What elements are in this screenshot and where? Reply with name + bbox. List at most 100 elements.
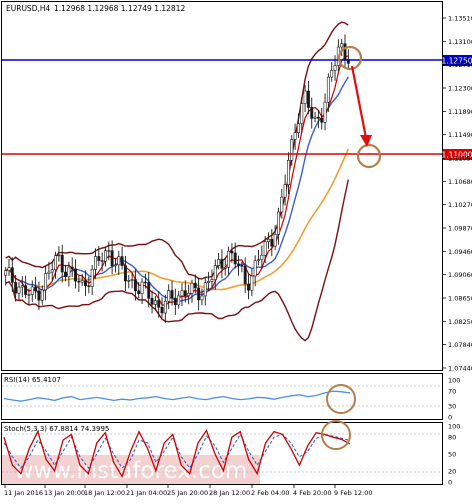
candle-body — [333, 65, 337, 71]
candle-body — [237, 263, 241, 266]
price-tick-label: 1.11090 — [448, 155, 472, 163]
rsi-axis: 100 70 30 0 — [448, 377, 460, 422]
candle-body — [177, 295, 181, 306]
time-tick-label: 28 Jan 12:00 — [209, 489, 250, 497]
price-tick-label: 1.12710 — [448, 61, 472, 69]
chart-canvas: www.instaforex.com 1.12750 1.11000 1.135… — [1, 1, 472, 497]
candle-body — [190, 282, 194, 294]
price-tick-label: 1.07440 — [448, 365, 472, 373]
candle-body — [170, 290, 174, 299]
candle-body — [127, 280, 131, 282]
candle-body — [157, 300, 161, 308]
candle-body — [57, 254, 61, 257]
candle-body — [183, 290, 187, 297]
candle-body — [113, 264, 117, 267]
price-tick-label: 1.09460 — [448, 248, 472, 256]
candle-body — [94, 256, 97, 270]
candle-body — [273, 234, 277, 247]
candle-body — [217, 259, 221, 266]
candle-body — [280, 196, 284, 213]
chart-window: www.instaforex.com 1.12750 1.11000 1.135… — [0, 0, 472, 500]
candle-body — [290, 139, 294, 161]
candle-body — [203, 282, 207, 297]
time-tick-label: 25 Jan 20:00 — [167, 489, 208, 497]
candle-body — [40, 289, 44, 301]
candle-body — [97, 256, 101, 261]
price-tick-label: 1.09870 — [448, 225, 472, 233]
candle-body — [173, 297, 177, 306]
time-tick-label: 2 Feb 04:00 — [251, 489, 290, 497]
candle-body — [286, 159, 290, 186]
candle-body — [283, 184, 287, 198]
candle-body — [4, 270, 8, 276]
candle-body — [110, 250, 114, 267]
candle-body — [313, 116, 317, 119]
price-axis: 1.13510 1.13100 1.12710 1.12300 1.11890 1.114… — [442, 15, 472, 373]
candle-body — [227, 250, 231, 268]
candle-body — [74, 268, 77, 282]
candle-body — [20, 285, 24, 288]
candle-body — [137, 290, 141, 294]
candle-body — [247, 283, 250, 291]
time-axis: 11 Jan 2016 13 Jan 20:0018 Jan 12:00 21 Ja… — [4, 485, 373, 497]
candle-body — [310, 107, 314, 119]
candle-body — [84, 280, 87, 286]
candle-body — [316, 116, 320, 119]
candle-body — [220, 259, 224, 269]
candle-body — [263, 241, 267, 256]
candle-body — [147, 282, 151, 299]
candle-body — [167, 290, 171, 302]
candle-body — [240, 265, 244, 267]
price-tick-label: 1.09060 — [448, 271, 472, 279]
stoch-tick-label: 80 — [448, 434, 456, 442]
rsi-tick-label: 0 — [448, 414, 452, 422]
candle-body — [340, 43, 344, 48]
time-tick-label: 11 Jan 2016 — [4, 489, 43, 497]
candle-body — [24, 285, 28, 295]
candle-body — [17, 286, 21, 294]
stoch-tick-label: 100 — [448, 423, 460, 431]
candle-body — [267, 238, 270, 242]
candle-body — [303, 90, 307, 104]
candle-body — [323, 101, 327, 123]
price-tick-label: 1.07840 — [448, 341, 472, 349]
candle-body — [34, 286, 38, 292]
rsi-tick-label: 30 — [448, 402, 456, 410]
time-tick-label: 18 Jan 12:00 — [84, 489, 125, 497]
time-tick-label: 13 Jan 20:00 — [44, 489, 85, 497]
candle-body — [37, 290, 41, 301]
price-tick-label: 1.10680 — [448, 178, 472, 186]
candle-body — [300, 103, 304, 124]
candle-body — [296, 123, 300, 133]
candle-body — [47, 271, 51, 274]
candle-body — [330, 70, 334, 78]
candle-body — [180, 290, 184, 297]
candle-body — [163, 300, 167, 314]
watermark-text: www.instaforex.com — [15, 458, 248, 484]
candle-body — [117, 256, 121, 266]
rsi-label: RSI(14) 65.4107 — [4, 376, 61, 384]
stoch-axis: 100 80 50 20 0 — [448, 423, 460, 487]
candle-body — [44, 273, 48, 291]
candle-body — [277, 211, 280, 235]
candle-body — [87, 285, 91, 287]
candle-body — [77, 280, 81, 283]
candle-body — [320, 117, 324, 123]
candle-body — [207, 281, 211, 284]
price-tick-label: 1.12300 — [448, 85, 472, 93]
candle-body — [250, 275, 254, 291]
candle-body — [27, 294, 31, 296]
stoch-tick-label: 50 — [448, 451, 456, 459]
stoch-tick-label: 0 — [448, 479, 452, 487]
candle-body — [7, 267, 11, 271]
candle-body — [70, 266, 74, 270]
price-panel — [1, 1, 443, 371]
rsi-tick-label: 70 — [448, 388, 456, 396]
candle-body — [64, 271, 68, 277]
candle-body — [223, 266, 227, 269]
candle-body — [306, 90, 310, 108]
candle-body — [197, 287, 201, 301]
candle-body — [10, 267, 14, 283]
candle-body — [260, 254, 264, 260]
candle-body — [200, 295, 204, 301]
